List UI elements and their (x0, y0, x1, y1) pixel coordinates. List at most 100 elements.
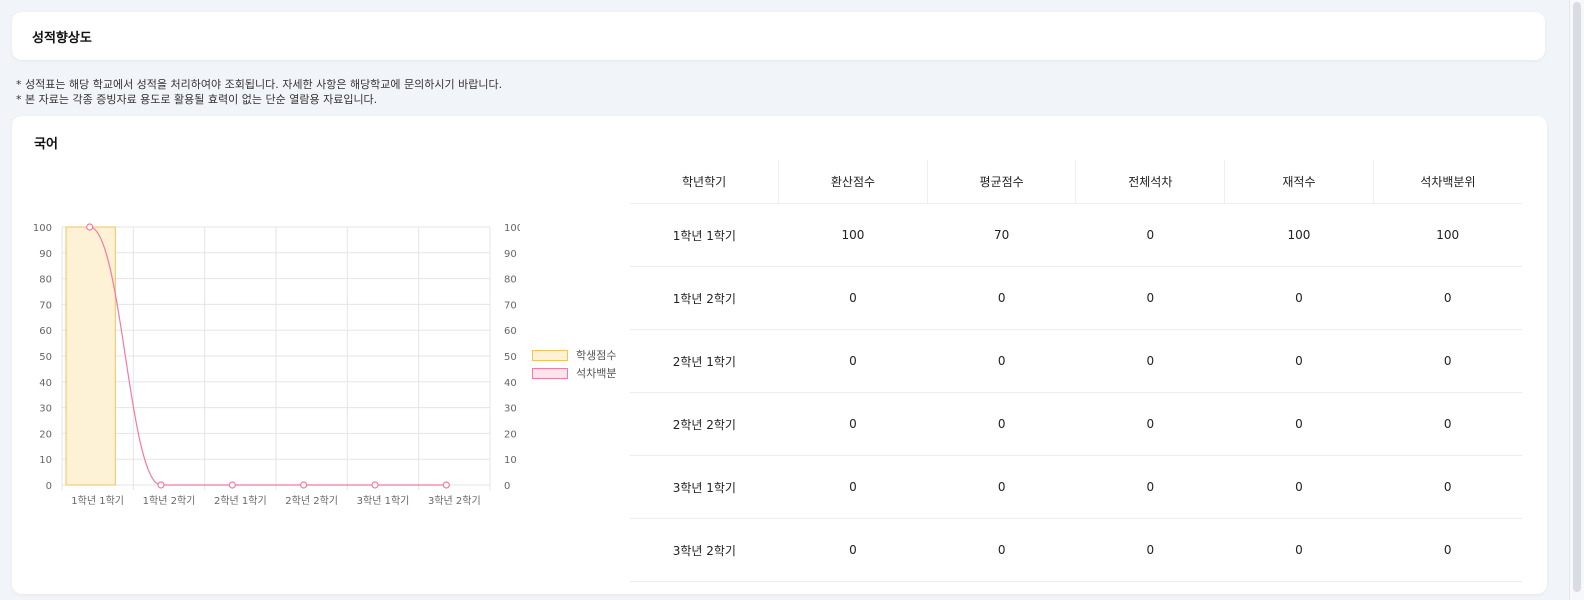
y2-tick-label: 70 (504, 300, 517, 311)
y-tick-label: 20 (39, 429, 52, 440)
table-row: 1학년 2학기 0 0 0 0 0 (630, 266, 1522, 330)
y-tick-label: 60 (39, 326, 52, 337)
table-row: 3학년 2학기 0 0 0 0 0 (630, 518, 1522, 582)
y-tick-label: 90 (39, 249, 52, 260)
table-cell: 0 (1224, 518, 1374, 582)
y2-tick-label: 0 (504, 481, 510, 492)
x-tick-label: 1학년 2학기 (143, 495, 196, 507)
table-cell: 1학년 2학기 (630, 266, 779, 330)
table-cell: 100 (1373, 203, 1522, 267)
table-cell: 0 (1075, 392, 1225, 456)
x-tick-label: 2학년 1학기 (214, 495, 267, 507)
table-cell: 0 (1075, 518, 1225, 582)
y2-tick-label: 20 (504, 429, 517, 440)
score-table: 학년학기 환산점수 평균점수 전체석차 재적수 석차백분위 1학년 1학기 100… (630, 160, 1522, 582)
table-cell: 70 (927, 203, 1076, 267)
x-tick-label: 3학년 2학기 (428, 495, 481, 507)
legend-swatch-student-score (532, 349, 568, 361)
table-row: 2학년 2학기 0 0 0 0 0 (630, 392, 1522, 456)
table-header-row: 학년학기 환산점수 평균점수 전체석차 재적수 석차백분위 (630, 160, 1522, 204)
table-cell: 0 (1075, 266, 1225, 330)
table-cell: 0 (778, 392, 928, 456)
table-cell: 0 (1373, 266, 1522, 330)
table-cell: 0 (1373, 392, 1522, 456)
table-cell: 3학년 1학기 (630, 455, 779, 519)
title-card: 성적향상도 (12, 12, 1545, 60)
header-converted-score: 환산점수 (778, 160, 928, 204)
scrollbar[interactable] (1569, 0, 1584, 600)
table-cell: 0 (1224, 329, 1374, 393)
notice-line-2: * 본 자료는 각종 증빙자료 용도로 활용될 효력이 없는 단순 열람용 자료… (16, 93, 378, 106)
table-cell: 0 (1224, 455, 1374, 519)
table-cell: 0 (778, 329, 928, 393)
table-row: 2학년 1학기 0 0 0 0 0 (630, 329, 1522, 393)
y-tick-label: 80 (39, 275, 52, 286)
table-cell: 3학년 2학기 (630, 518, 779, 582)
table-cell: 0 (1224, 392, 1374, 456)
table-cell: 0 (1075, 203, 1225, 267)
legend-swatch-rank-percentile (532, 367, 568, 379)
data-point (86, 223, 94, 231)
data-point (442, 481, 450, 489)
header-semester: 학년학기 (630, 160, 779, 204)
table-cell: 1학년 1학기 (630, 203, 779, 267)
y2-tick-label: 10 (504, 455, 517, 466)
y-tick-label: 70 (39, 300, 52, 311)
table-cell: 2학년 2학기 (630, 392, 779, 456)
y2-tick-label: 60 (504, 326, 517, 337)
y-tick-label: 50 (39, 352, 52, 363)
notice-text: * 성적표는 해당 학교에서 성적을 처리하여야 조회됩니다. 자세한 사항은 … (16, 77, 502, 107)
table-row: 3학년 1학기 0 0 0 0 0 (630, 455, 1522, 519)
y-tick-label: 100 (33, 223, 52, 234)
legend-item-rank-percentile[interactable]: 석차백분 (532, 364, 616, 382)
header-enrollment: 재적수 (1224, 160, 1374, 204)
table-cell: 0 (1373, 518, 1522, 582)
header-average-score: 평균점수 (926, 160, 1076, 204)
x-tick-label: 1학년 1학기 (71, 495, 124, 507)
table-cell: 0 (778, 266, 928, 330)
page-title: 성적향상도 (32, 31, 92, 46)
bar (65, 226, 116, 486)
table-cell: 0 (1224, 266, 1374, 330)
table-cell: 0 (927, 518, 1076, 582)
table-cell: 0 (1373, 329, 1522, 393)
table-cell: 0 (1075, 329, 1225, 393)
y-tick-label: 0 (46, 481, 52, 492)
score-chart: 0 0 10 10 20 20 30 30 40 40 50 50 60 60 70 70 80 80 90 90 10… (33, 223, 520, 507)
y-tick-label: 30 (39, 404, 52, 415)
table-cell: 0 (1373, 455, 1522, 519)
y-tick-label: 40 (39, 378, 52, 389)
table-cell: 0 (927, 455, 1076, 519)
data-point (157, 481, 165, 489)
table-cell: 100 (778, 203, 928, 267)
notice-line-1: * 성적표는 해당 학교에서 성적을 처리하여야 조회됩니다. 자세한 사항은 … (16, 78, 503, 91)
x-tick-label: 2학년 2학기 (285, 495, 338, 507)
y2-tick-label: 90 (504, 249, 517, 260)
y2-tick-label: 40 (504, 378, 517, 389)
x-tick-label: 3학년 1학기 (357, 495, 410, 507)
legend-label-student-score: 학생점수 (576, 349, 617, 362)
table-cell: 0 (927, 266, 1076, 330)
data-point (300, 481, 308, 489)
table-cell: 0 (778, 518, 928, 582)
y2-tick-label: 80 (504, 275, 517, 286)
header-overall-rank: 전체석차 (1075, 160, 1225, 204)
table-row: 1학년 1학기 100 70 0 100 100 (630, 203, 1522, 267)
subject-title: 국어 (34, 137, 58, 152)
data-point (228, 481, 236, 489)
table-cell: 100 (1224, 203, 1374, 267)
legend-label-rank-percentile: 석차백분 (576, 367, 617, 380)
scrollbar-thumb[interactable] (1573, 2, 1581, 592)
y-tick-label: 10 (39, 455, 52, 466)
table-cell: 0 (1075, 455, 1225, 519)
table-cell: 2학년 1학기 (630, 329, 779, 393)
chart-legend: 학생점수 석차백분 (532, 346, 616, 382)
y2-tick-label: 50 (504, 352, 517, 363)
y2-tick-label: 100 (504, 223, 520, 234)
legend-item-student-score[interactable]: 학생점수 (532, 346, 616, 364)
data-point (371, 481, 379, 489)
table-cell: 0 (778, 455, 928, 519)
table-cell: 0 (927, 392, 1076, 456)
header-rank-percentile: 석차백분위 (1372, 160, 1522, 204)
table-cell: 0 (927, 329, 1076, 393)
